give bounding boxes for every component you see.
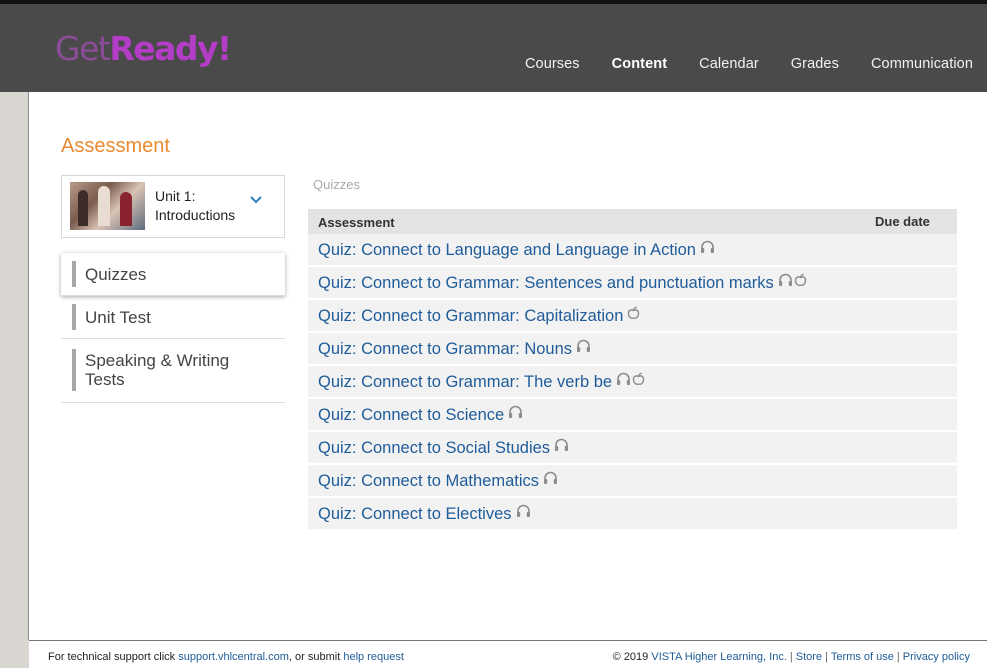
- quiz-link[interactable]: Quiz: Connect to Grammar: Capitalization: [318, 306, 641, 326]
- support-link[interactable]: support.vhlcentral.com: [178, 651, 289, 663]
- table-row: Quiz: Connect to Grammar: Nouns: [308, 333, 957, 364]
- logo[interactable]: GetReady!: [55, 29, 232, 68]
- quiz-title: Quiz: Connect to Social Studies: [318, 439, 551, 457]
- help-request-link[interactable]: help request: [343, 651, 404, 663]
- quiz-title: Quiz: Connect to Mathematics: [318, 472, 540, 490]
- quiz-icons: [576, 339, 592, 358]
- company-link[interactable]: VISTA Higher Learning, Inc.: [651, 651, 787, 663]
- quiz-icons: [778, 273, 808, 292]
- support-mid: , or submit: [288, 651, 341, 663]
- nav-communication[interactable]: Communication: [871, 56, 973, 72]
- quiz-title: Quiz: Connect to Grammar: Capitalization: [318, 307, 624, 325]
- unit-selector[interactable]: Unit 1: Introductions: [61, 175, 285, 238]
- side-item-marker: [72, 349, 76, 391]
- quiz-link[interactable]: Quiz: Connect to Electives: [318, 504, 532, 524]
- logo-part-get: Get: [55, 29, 111, 68]
- logo-part-ready: Ready!: [109, 29, 232, 68]
- unit-label-line2: Introductions: [155, 207, 236, 223]
- quiz-icons: [516, 504, 532, 523]
- side-item-marker: [72, 304, 76, 330]
- table-row: Quiz: Connect to Electives: [308, 498, 957, 529]
- side-item-label-line1: Speaking & Writing: [85, 351, 230, 370]
- table-body: Quiz: Connect to Language and Language i…: [308, 234, 957, 529]
- unit-thumbnail: [70, 182, 145, 230]
- headphones-icon: [700, 240, 715, 259]
- table-row: Quiz: Connect to Grammar: Sentences and …: [308, 267, 957, 298]
- quiz-icons: [627, 306, 641, 325]
- quiz-link[interactable]: Quiz: Connect to Grammar: Sentences and …: [318, 273, 808, 293]
- quiz-title: Quiz: Connect to Grammar: Sentences and …: [318, 274, 774, 292]
- quiz-icons: [616, 372, 646, 391]
- headphones-icon: [554, 438, 569, 457]
- side-item-speaking-writing[interactable]: Speaking & Writing Tests: [61, 339, 285, 403]
- quiz-link[interactable]: Quiz: Connect to Grammar: The verb be: [318, 372, 646, 392]
- quiz-link[interactable]: Quiz: Connect to Mathematics: [318, 471, 559, 491]
- copyright-text: © 2019: [612, 651, 649, 663]
- terms-link[interactable]: Terms of use: [831, 651, 894, 663]
- quiz-link[interactable]: Quiz: Connect to Grammar: Nouns: [318, 339, 592, 359]
- headphones-icon: [616, 372, 631, 391]
- headphones-icon: [516, 504, 531, 523]
- table-row: Quiz: Connect to Language and Language i…: [308, 234, 957, 265]
- table-row: Quiz: Connect to Social Studies: [308, 432, 957, 463]
- footer: For technical support click support.vhlc…: [29, 640, 987, 668]
- main-nav: Courses Content Calendar Grades Communic…: [493, 56, 973, 72]
- table-header: Assessment Due date: [308, 209, 957, 234]
- footer-legal: © 2019 VISTA Higher Learning, Inc. | Store…: [612, 651, 970, 663]
- headphones-icon: [778, 273, 793, 292]
- headphones-icon: [508, 405, 523, 424]
- side-menu: Quizzes Unit Test Speaking & Writing Tes…: [61, 253, 285, 403]
- quiz-link[interactable]: Quiz: Connect to Social Studies: [318, 438, 570, 458]
- table-row: Quiz: Connect to Grammar: The verb be: [308, 366, 957, 397]
- quiz-icons: [554, 438, 570, 457]
- left-gutter: [0, 92, 28, 667]
- column-header-due-date[interactable]: Due date: [875, 214, 930, 229]
- quiz-link[interactable]: Quiz: Connect to Science: [318, 405, 524, 425]
- table-row: Quiz: Connect to Grammar: Capitalization: [308, 300, 957, 331]
- nav-content[interactable]: Content: [612, 56, 667, 72]
- page-title: Assessment: [61, 135, 170, 157]
- quiz-icons: [543, 471, 559, 490]
- apple-icon: [632, 372, 645, 391]
- support-prefix: For technical support click: [48, 651, 176, 663]
- quiz-title: Quiz: Connect to Science: [318, 406, 505, 424]
- footer-support: For technical support click support.vhlc…: [48, 651, 404, 663]
- side-item-label: Unit Test: [85, 308, 151, 327]
- store-link[interactable]: Store: [796, 651, 822, 663]
- quiz-link[interactable]: Quiz: Connect to Language and Language i…: [318, 240, 716, 260]
- side-item-label-line2: Tests: [85, 370, 125, 389]
- apple-icon: [627, 306, 640, 325]
- side-item-unit-test[interactable]: Unit Test: [61, 296, 285, 339]
- side-item-label: Speaking & Writing Tests: [85, 351, 229, 389]
- unit-label: Unit 1: Introductions: [155, 187, 235, 225]
- unit-label-line1: Unit 1:: [155, 188, 196, 204]
- nav-grades[interactable]: Grades: [791, 56, 839, 72]
- section-label: Quizzes: [313, 177, 360, 192]
- side-item-label: Quizzes: [85, 265, 147, 284]
- quiz-title: Quiz: Connect to Grammar: Nouns: [318, 340, 573, 358]
- quiz-icons: [700, 240, 716, 259]
- column-header-assessment[interactable]: Assessment: [318, 215, 395, 230]
- quiz-title: Quiz: Connect to Grammar: The verb be: [318, 373, 613, 391]
- table-row: Quiz: Connect to Science: [308, 399, 957, 430]
- side-item-marker: [72, 261, 76, 287]
- header: GetReady! Courses Content Calendar Grade…: [0, 4, 987, 92]
- nav-courses[interactable]: Courses: [525, 56, 580, 72]
- apple-icon: [794, 273, 807, 292]
- main-content: Assessment Unit 1: Introductions Quizzes…: [29, 92, 987, 640]
- quiz-icons: [508, 405, 524, 424]
- nav-calendar[interactable]: Calendar: [699, 56, 759, 72]
- table-row: Quiz: Connect to Mathematics: [308, 465, 957, 496]
- quiz-title: Quiz: Connect to Electives: [318, 505, 512, 523]
- headphones-icon: [576, 339, 591, 358]
- assessment-table: Assessment Due date Quiz: Connect to Lan…: [308, 209, 957, 529]
- side-item-quizzes[interactable]: Quizzes: [61, 253, 285, 296]
- privacy-link[interactable]: Privacy policy: [903, 651, 970, 663]
- quiz-title: Quiz: Connect to Language and Language i…: [318, 241, 696, 259]
- chevron-down-icon[interactable]: [250, 196, 262, 204]
- headphones-icon: [543, 471, 558, 490]
